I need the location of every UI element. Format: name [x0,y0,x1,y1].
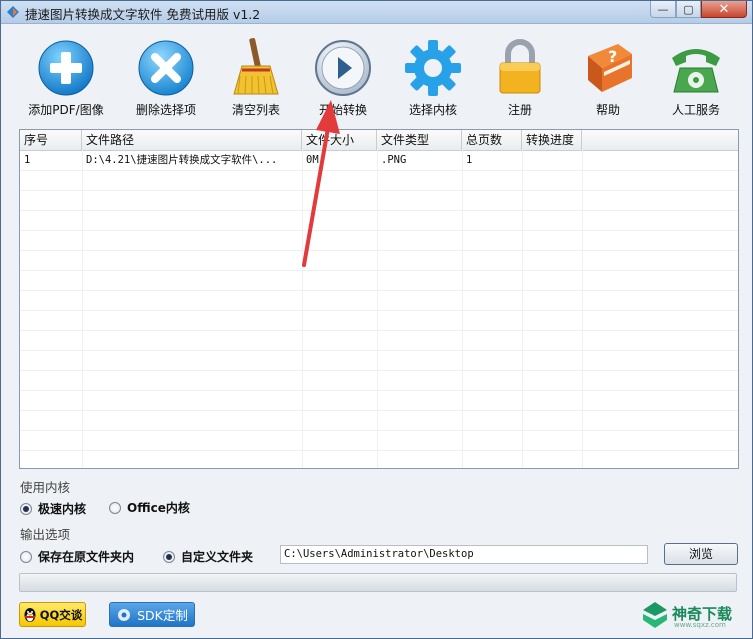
cell-progress [522,150,582,170]
output-option-custom-folder-label: 自定义文件夹 [181,550,254,564]
human-service-button[interactable]: 人工服务 [648,36,744,118]
grid-row-line [20,170,738,171]
sdk-custom-label: SDK定制 [137,608,188,623]
cell-path: D:\4.21\捷速图片转换成文字软件\... [86,154,278,166]
maximize-button[interactable]: ▢ [676,1,701,18]
radio-indicator [163,550,175,563]
svg-text:?: ? [608,47,617,66]
radio-indicator [109,501,121,514]
column-header-progress[interactable]: 转换进度 [522,130,582,150]
table-header: 序号 文件路径 文件大小 文件类型 总页数 转换进度 [20,130,738,151]
grid-row-line [20,390,738,391]
grid-row-line [20,430,738,431]
cell-index: 1 [24,154,31,166]
output-option-original-folder-label: 保存在原文件夹内 [38,550,135,564]
engine-option-office[interactable]: Office内核 [109,499,190,516]
watermark: 神奇下载 www.sqxz.com [638,599,746,631]
add-icon [38,40,94,96]
column-header-size[interactable]: 文件大小 [302,130,377,150]
title-bar[interactable]: 捷速图片转换成文字软件 免费试用版 v1.2 — ▢ ✕ [1,1,752,24]
engine-option-fast-label: 极速内核 [38,502,87,516]
add-file-label: 添加PDF/图像 [28,103,104,117]
radio-indicator [20,502,32,515]
start-convert-label: 开始转换 [318,103,367,117]
start-convert-button[interactable]: 开始转换 [295,36,391,118]
broom-icon [233,38,279,95]
gear-icon [405,40,461,96]
delete-selected-label: 删除选择项 [135,103,196,117]
engine-option-office-label: Office内核 [127,501,190,515]
conversion-progress-bar [19,573,737,592]
grid-row-line [20,190,738,191]
column-header-path[interactable]: 文件路径 [82,130,302,150]
output-path-field[interactable]: C:\Users\Administrator\Desktop [280,545,648,564]
grid-column-line [522,150,523,468]
help-label: 帮助 [595,103,620,117]
grid-column-line [302,150,303,468]
select-engine-label: 选择内核 [408,103,457,117]
column-header-index[interactable]: 序号 [20,130,82,150]
watermark-logo-icon [643,602,667,628]
file-table[interactable]: 序号 文件路径 文件大小 文件类型 总页数 转换进度 1 D:\4.21\捷速图… [19,129,739,469]
telephone-icon [672,49,720,93]
qq-chat-label: QQ交谈 [39,607,83,622]
window-title: 捷速图片转换成文字软件 免费试用版 v1.2 [25,7,261,22]
output-section-label: 输出选项 [20,527,71,542]
sdk-custom-button[interactable]: SDK定制 [109,602,195,627]
clear-list-button[interactable]: 清空列表 [208,36,304,118]
engine-section-label: 使用内核 [20,480,71,495]
grid-row-line [20,250,738,251]
grid-row-line [20,270,738,271]
add-file-button[interactable]: 添加PDF/图像 [18,36,114,118]
grid-row-line [20,350,738,351]
table-row[interactable]: 1 D:\4.21\捷速图片转换成文字软件\... 0M .PNG 1 [20,150,738,170]
watermark-url: www.sqxz.com [674,621,726,629]
browse-button[interactable]: 浏览 [664,543,738,565]
delete-selected-button[interactable]: 删除选择项 [118,36,214,118]
grid-row-line [20,310,738,311]
grid-column-line [377,150,378,468]
qq-penguin-icon [24,607,36,622]
cell-pages: 1 [466,154,473,166]
play-icon [315,40,371,96]
grid-row-line [20,410,738,411]
cell-size: 0M [306,154,319,166]
delete-icon [138,40,194,96]
lock-icon [499,39,541,94]
close-button[interactable]: ✕ [701,1,747,18]
human-service-label: 人工服务 [671,103,720,117]
grid-column-line [462,150,463,468]
grid-row-line [20,290,738,291]
select-engine-button[interactable]: 选择内核 [385,36,481,118]
app-window: 捷速图片转换成文字软件 免费试用版 v1.2 — ▢ ✕ 添加PDF/图像 删除… [0,0,753,639]
grid-row-line [20,370,738,371]
grid-row-line [20,210,738,211]
register-label: 注册 [507,103,532,117]
register-button[interactable]: 注册 [472,36,568,118]
engine-option-fast[interactable]: 极速内核 [20,500,86,517]
clear-list-label: 清空列表 [231,103,280,117]
cell-type: .PNG [381,154,407,166]
grid-row-line [20,230,738,231]
grid-column-line [82,150,83,468]
grid-column-line [582,150,583,468]
app-logo-icon [7,6,19,18]
qq-chat-button[interactable]: QQ交谈 [19,602,86,627]
sdk-gear-icon [118,608,131,621]
grid-row-line [20,330,738,331]
column-header-pages[interactable]: 总页数 [462,130,522,150]
toolbar: 添加PDF/图像 删除选择项 清空列表 开始转换 选择内核 注册 ? 帮助 人工… [1,24,752,121]
help-book-icon: ? [588,44,632,92]
help-button[interactable]: ? 帮助 [560,36,656,118]
minimize-button[interactable]: — [650,1,676,18]
radio-indicator [20,550,32,563]
output-option-custom-folder[interactable]: 自定义文件夹 [163,548,253,565]
output-option-original-folder[interactable]: 保存在原文件夹内 [20,548,134,565]
grid-row-line [20,450,738,451]
column-header-type[interactable]: 文件类型 [377,130,462,150]
